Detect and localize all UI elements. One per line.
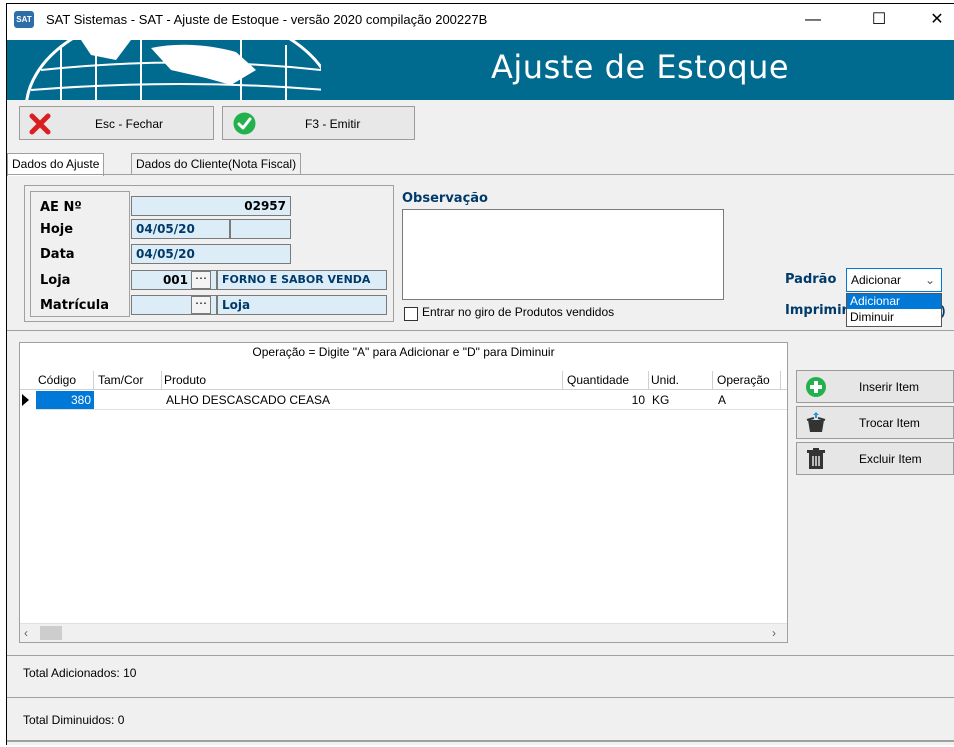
- column-header-codigo[interactable]: Código: [36, 371, 94, 389]
- close-button-label: Esc - Fechar: [95, 117, 164, 131]
- insert-item-label: Inserir Item: [859, 380, 920, 394]
- delete-item-label: Excluir Item: [859, 452, 922, 466]
- grid-header-divider: [20, 389, 787, 390]
- tab-dados-do-cliente[interactable]: Dados do Cliente(Nota Fiscal): [131, 153, 302, 175]
- swap-box-icon: [806, 412, 826, 432]
- matricula-label: Matrícula: [40, 298, 109, 313]
- table-row-codigo[interactable]: 380: [36, 391, 94, 409]
- header-banner: Ajuste de Estoque: [7, 40, 954, 100]
- matricula-name-field: Loja: [217, 295, 387, 315]
- hoje-field[interactable]: 04/05/20: [131, 219, 230, 239]
- loja-lookup-button[interactable]: ⋯: [191, 271, 211, 289]
- grid-horizontal-scrollbar[interactable]: ‹ ›: [20, 623, 787, 642]
- trash-icon: [807, 448, 825, 469]
- swap-item-button[interactable]: Trocar Item: [796, 406, 954, 439]
- banner-title: Ajuste de Estoque: [491, 48, 790, 86]
- plus-circle-icon: [806, 377, 826, 397]
- column-header-unid[interactable]: Unid.: [649, 371, 713, 389]
- tab-dados-do-ajuste[interactable]: Dados do Ajuste: [7, 153, 105, 176]
- padrao-select[interactable]: Adicionar ⌄: [846, 268, 942, 292]
- table-row-tamcor[interactable]: [96, 391, 162, 409]
- window-bottom-edge: [7, 740, 954, 742]
- green-check-icon: [233, 112, 256, 135]
- scroll-left-icon[interactable]: ‹: [24, 626, 28, 640]
- giro-checkbox[interactable]: [404, 307, 418, 321]
- padrao-selected-value: Adicionar: [851, 273, 902, 287]
- observacao-textarea[interactable]: [402, 209, 724, 300]
- emit-button[interactable]: F3 - Emitir: [222, 106, 415, 140]
- table-row-operacao[interactable]: A: [718, 391, 778, 409]
- table-row-quantidade[interactable]: 10: [565, 391, 647, 409]
- total-added-label: Total Adicionados: 10: [23, 666, 137, 680]
- totals-separator-top: [7, 655, 954, 656]
- emit-button-label: F3 - Emitir: [305, 117, 361, 131]
- loja-name-field: FORNO E SABOR VENDA: [217, 270, 387, 290]
- chevron-down-icon: ⌄: [924, 273, 935, 287]
- total-removed-label: Total Diminuidos: 0: [23, 713, 125, 727]
- hoje-label: Hoje: [40, 222, 74, 237]
- column-header-operacao[interactable]: Operação: [715, 371, 781, 389]
- grid-caption: Operação = Digite "A" para Adicionar e "…: [252, 345, 555, 359]
- delete-item-button[interactable]: Excluir Item: [796, 442, 954, 475]
- hoje-extra-field: [230, 219, 291, 239]
- insert-item-button[interactable]: Inserir Item: [796, 370, 954, 403]
- column-header-quantidade[interactable]: Quantidade: [565, 371, 649, 389]
- tab-panel-border: [7, 174, 954, 175]
- imprimir-label: Imprimir: [785, 303, 848, 318]
- globe-logo-icon: [25, 40, 321, 100]
- observacao-label: Observação: [402, 191, 488, 206]
- loja-label: Loja: [40, 273, 71, 288]
- table-row-produto[interactable]: ALHO DESCASCADO CEASA: [166, 391, 563, 409]
- current-row-indicator-icon: [22, 394, 29, 406]
- maximize-button[interactable]: ☐: [859, 6, 899, 34]
- section-separator: [7, 330, 954, 331]
- table-row-unid[interactable]: KG: [652, 391, 712, 409]
- minimize-button[interactable]: —: [793, 6, 833, 34]
- column-header-produto[interactable]: Produto: [162, 371, 563, 389]
- ae-number-label: AE Nº: [40, 200, 82, 215]
- row-divider: [36, 409, 787, 410]
- ae-number-field[interactable]: 02957: [131, 196, 291, 216]
- dropdown-option-adicionar[interactable]: Adicionar: [847, 294, 941, 309]
- swap-item-label: Trocar Item: [859, 416, 920, 430]
- totals-separator-mid: [7, 697, 954, 698]
- red-x-icon: [29, 113, 51, 135]
- scrollbar-thumb[interactable]: [40, 626, 62, 640]
- scroll-right-icon[interactable]: ›: [772, 626, 776, 640]
- close-window-button[interactable]: ✕: [917, 6, 954, 34]
- window-title: SAT Sistemas - SAT - Ajuste de Estoque -…: [46, 12, 488, 27]
- giro-checkbox-label: Entrar no giro de Produtos vendidos: [422, 305, 615, 319]
- close-button[interactable]: Esc - Fechar: [19, 106, 214, 140]
- data-field[interactable]: 04/05/20: [131, 244, 291, 264]
- column-header-tamcor[interactable]: Tam/Cor: [96, 371, 162, 389]
- sat-app-icon: SAT: [14, 11, 34, 28]
- padrao-label: Padrão: [785, 272, 837, 287]
- dropdown-option-diminuir[interactable]: Diminuir: [847, 310, 941, 325]
- data-label: Data: [40, 247, 75, 262]
- matricula-lookup-button[interactable]: ⋯: [191, 296, 211, 314]
- padrao-dropdown-list[interactable]: Adicionar Diminuir: [846, 293, 942, 327]
